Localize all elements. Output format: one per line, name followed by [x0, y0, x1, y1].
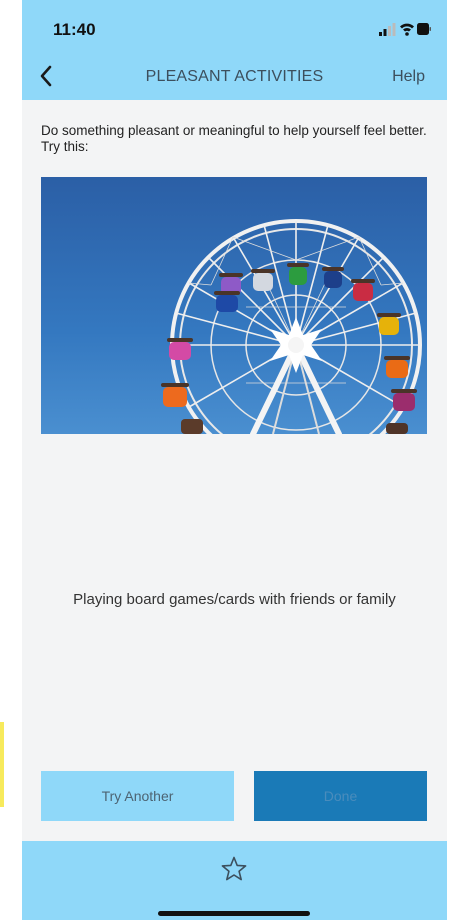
status-icons	[379, 23, 431, 36]
page-title: PLEASANT ACTIVITIES	[145, 68, 324, 85]
done-button[interactable]: Done	[254, 771, 427, 821]
tab-bar	[22, 841, 447, 920]
intro-text: Do something pleasant or meaningful to h…	[41, 123, 427, 154]
highlight-marker	[0, 722, 4, 807]
home-indicator[interactable]	[158, 911, 310, 916]
activity-suggestion: Playing board games/cards with friends o…	[73, 591, 396, 608]
signal-icon	[379, 23, 396, 36]
activity-image	[41, 177, 427, 434]
status-bar: 11:40	[22, 0, 447, 55]
status-time: 11:40	[53, 20, 96, 39]
phone-screen: 11:40 PLEASANT ACTIVITIES Help Do someth…	[22, 0, 447, 920]
back-button[interactable]	[32, 61, 60, 91]
chevron-left-icon	[40, 65, 52, 87]
wifi-icon	[400, 23, 414, 36]
help-button[interactable]: Help	[392, 68, 425, 86]
nav-bar: PLEASANT ACTIVITIES Help	[22, 55, 447, 100]
try-another-button[interactable]: Try Another	[41, 771, 234, 821]
ferris-wheel-photo	[41, 177, 427, 434]
battery-icon	[417, 23, 431, 35]
star-icon[interactable]	[220, 855, 248, 883]
